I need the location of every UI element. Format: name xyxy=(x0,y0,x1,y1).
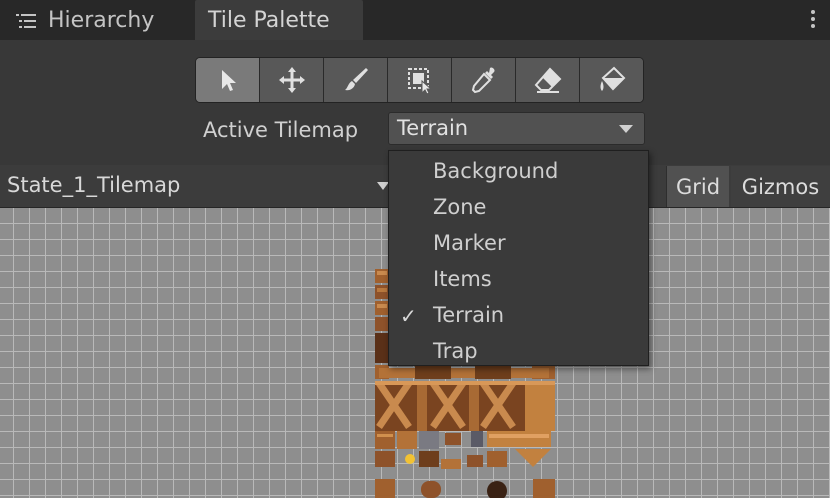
box-fill-tool-button[interactable] xyxy=(388,58,452,102)
menu-item-terrain[interactable]: ✓ Terrain xyxy=(389,298,648,334)
tab-tile-palette[interactable]: Tile Palette xyxy=(195,0,363,40)
menu-item-label: Items xyxy=(433,267,492,291)
more-options-icon[interactable] xyxy=(810,8,816,32)
paint-tool-button[interactable] xyxy=(324,58,388,102)
checkmark-icon: ✓ xyxy=(400,304,417,328)
menu-item-zone[interactable]: Zone xyxy=(389,190,648,226)
menu-item-background[interactable]: Background xyxy=(389,154,648,190)
menu-item-label: Marker xyxy=(433,231,506,255)
menu-item-label: Terrain xyxy=(433,303,505,327)
paint-bucket-icon xyxy=(600,66,625,91)
palette-selector[interactable]: State_1_Tilemap xyxy=(7,173,180,197)
active-tilemap-label: Active Tilemap xyxy=(203,118,359,142)
menu-item-label: Background xyxy=(433,159,559,183)
menu-item-items[interactable]: Items xyxy=(389,262,648,298)
menu-item-marker[interactable]: Marker xyxy=(389,226,648,262)
box-select-icon xyxy=(407,68,432,95)
tab-tile-palette-label: Tile Palette xyxy=(208,7,330,33)
menu-item-label: Trap xyxy=(433,339,478,363)
flood-fill-tool-button[interactable] xyxy=(580,58,643,102)
eraser-icon xyxy=(534,67,561,93)
tab-hierarchy[interactable]: Hierarchy xyxy=(0,0,192,40)
menu-item-label: Zone xyxy=(433,195,487,219)
erase-tool-button[interactable] xyxy=(516,58,580,102)
hierarchy-list-icon xyxy=(16,11,38,29)
menu-item-trap[interactable]: Trap xyxy=(389,334,648,370)
tab-hierarchy-label: Hierarchy xyxy=(48,7,155,33)
gizmos-toggle-button[interactable]: Gizmos xyxy=(731,166,830,207)
move-tool-button[interactable] xyxy=(260,58,324,102)
select-tool-button[interactable] xyxy=(196,58,260,102)
tile-tools-toolbar xyxy=(195,57,644,103)
grid-toggle-button[interactable]: Grid xyxy=(666,166,729,207)
chevron-down-icon xyxy=(619,125,633,133)
pick-tool-button[interactable] xyxy=(452,58,516,102)
paintbrush-icon xyxy=(344,68,368,91)
eyedropper-icon xyxy=(471,67,495,94)
tab-bar: Hierarchy Tile Palette xyxy=(0,0,830,40)
active-tilemap-dropdown[interactable]: Terrain xyxy=(388,112,645,145)
arrow-cursor-icon xyxy=(221,70,236,91)
move-arrows-icon xyxy=(278,67,305,93)
active-tilemap-value: Terrain xyxy=(397,116,469,140)
tilemap-dropdown-menu: Background Zone Marker Items ✓ Terrain T… xyxy=(388,150,649,366)
